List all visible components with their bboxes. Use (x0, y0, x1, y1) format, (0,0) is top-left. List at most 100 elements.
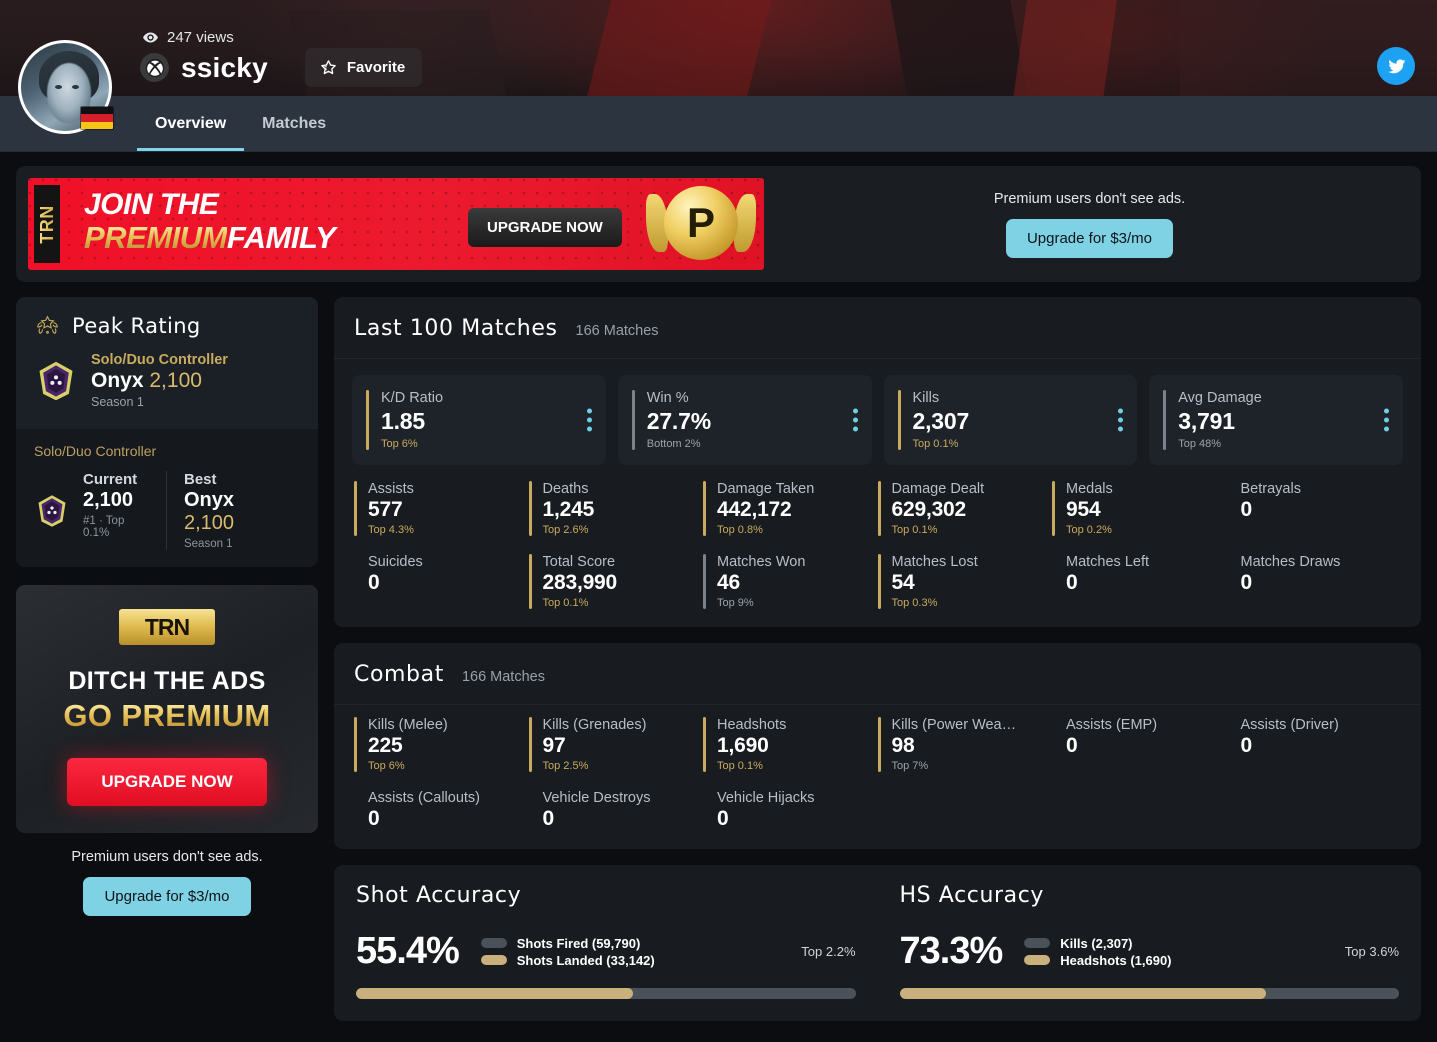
stat-text: Kills (Power Wea… 98 Top 7% (892, 717, 1017, 772)
stat-grid-row: Assists 577 Top 4.3% Deaths 1,245 Top 2.6% Dam… (334, 469, 1421, 542)
featured-stats-row: K/D Ratio 1.85 Top 6% Win % 27.7% Bottom 2% Ki… (334, 359, 1421, 469)
premium-ad-banner[interactable]: TRN JOIN THE PREMIUMFAMILY UPGRADE NOW P (28, 178, 764, 270)
stat-accent-bar (703, 554, 706, 609)
stat-text: Vehicle Hijacks 0 (717, 790, 815, 831)
stat-percentile: Top 48% (1178, 438, 1222, 450)
twitter-share-button[interactable] (1377, 47, 1415, 85)
tab-matches[interactable]: Matches (244, 96, 344, 151)
footer-columns: Current 2,100 #1 · Top 0.1% Best Onyx 2,… (83, 471, 300, 550)
peak-rank-name: Onyx (91, 369, 144, 392)
stat-cell[interactable]: Assists (Driver) 0 (1227, 717, 1402, 772)
stat-value: 3,791 (1178, 408, 1235, 434)
stat-accent-bar (354, 481, 357, 536)
stat-options-button[interactable] (852, 408, 858, 432)
stat-grid-row: Assists (Callouts) 0 Vehicle Destroys 0 Vehi… (334, 778, 1421, 849)
stat-value: 225 (368, 734, 403, 757)
stat-cell[interactable]: Matches Lost 54 Top 0.3% (877, 554, 1053, 609)
stat-percentile: Top 4.3% (368, 524, 414, 536)
stat-accent-bar (897, 390, 901, 450)
stat-label: Assists (368, 481, 414, 497)
stat-cell[interactable]: Damage Taken 442,172 Top 0.8% (703, 481, 878, 536)
stat-value: 1,690 (717, 734, 769, 757)
main-content: Last 100 Matches 166 Matches K/D Ratio 1.… (334, 297, 1421, 1021)
stat-grid-row: Suicides 0 Total Score 283,990 Top 0.1% Match… (334, 542, 1421, 627)
stat-label: Damage Taken (717, 481, 815, 497)
ad-headline-2: PREMIUMFAMILY (84, 220, 336, 256)
footer-current: Current 2,100 #1 · Top 0.1% (83, 471, 166, 550)
stat-accent-bar (631, 390, 635, 450)
stat-label: Total Score (542, 554, 616, 570)
stat-label: Kills (Melee) (368, 717, 448, 733)
stat-cell[interactable]: Headshots 1,690 Top 0.1% (703, 717, 878, 772)
accuracy-panel: Shot Accuracy 55.4% Shots Fired (59,790) (334, 865, 1421, 1021)
best-sub: Season 1 (183, 538, 233, 550)
stat-percentile: Top 0.1% (891, 524, 938, 536)
stat-label: Betrayals (1240, 481, 1301, 497)
upgrade-3mo-button-side[interactable]: Upgrade for $3/mo (83, 877, 251, 916)
stat-cell[interactable]: Damage Dealt 629,302 Top 0.1% (877, 481, 1053, 536)
upgrade-3mo-button-top[interactable]: Upgrade for $3/mo (1005, 218, 1174, 258)
stat-cell[interactable]: Vehicle Destroys 0 (529, 790, 704, 831)
stat-cell[interactable]: Kills (Melee) 225 Top 6% (354, 717, 529, 772)
stat-cell[interactable]: Matches Left 0 (1052, 554, 1227, 609)
stat-cell[interactable]: Matches Won 46 Top 9% (703, 554, 878, 609)
stat-cell[interactable]: Matches Draws 0 (1227, 554, 1402, 609)
stat-label: Matches Left (1066, 554, 1150, 570)
ad-upgrade-now-button[interactable]: UPGRADE NOW (468, 208, 622, 247)
stat-cell[interactable]: Medals 954 Top 0.2% (1052, 481, 1227, 536)
sidebar-ad-line1: DITCH THE ADS (68, 667, 266, 695)
stat-cell[interactable]: Assists (EMP) 0 (1052, 717, 1227, 772)
featured-stat-card[interactable]: Avg Damage 3,791 Top 48% (1149, 375, 1403, 465)
peak-rating-title: Peak Rating (72, 314, 201, 338)
stat-options-button[interactable] (1384, 408, 1389, 432)
stat-options-button[interactable] (586, 408, 592, 432)
stat-accent-bar (1052, 554, 1055, 609)
stat-cell[interactable]: Vehicle Hijacks 0 (703, 790, 878, 831)
xbox-icon (140, 53, 169, 82)
last-100-count: 166 Matches (575, 323, 659, 339)
stat-accent-bar (1227, 554, 1230, 609)
featured-stat-card[interactable]: K/D Ratio 1.85 Top 6% (352, 375, 606, 465)
stat-cell[interactable]: Assists 577 Top 4.3% (354, 481, 529, 536)
featured-stat-card[interactable]: Kills 2,307 Top 0.1% (883, 375, 1138, 465)
stat-cell[interactable]: Assists (Callouts) 0 (354, 790, 529, 831)
stat-accent-bar (703, 790, 706, 831)
onyx-rank-icon-small (38, 494, 66, 527)
best-label: Best (183, 471, 217, 488)
page-body: TRN JOIN THE PREMIUMFAMILY UPGRADE NOW P… (0, 152, 1437, 1021)
stat-value: 283,990 (542, 571, 618, 594)
stat-options-button[interactable] (1118, 408, 1124, 432)
stat-value: 0 (1240, 571, 1253, 594)
shot-accuracy-top: Top 2.2% (801, 944, 856, 959)
stat-cell[interactable]: Total Score 283,990 Top 0.1% (528, 554, 704, 609)
stat-accent-bar (703, 717, 706, 772)
stat-cell[interactable]: Kills (Power Wea… 98 Top 7% (877, 717, 1053, 772)
profile-hero-banner: 247 views ssicky Favorite (0, 0, 1437, 96)
view-count-label: 247 views (167, 29, 234, 46)
sidebar-premium-ad[interactable]: TRN DITCH THE ADS GO PREMIUM UPGRADE NOW (16, 585, 318, 833)
stat-cell[interactable]: Betrayals 0 (1227, 481, 1402, 536)
star-icon (321, 60, 336, 75)
tab-overview[interactable]: Overview (137, 96, 245, 151)
stat-cell[interactable]: Suicides 0 (354, 554, 529, 609)
shot-accuracy-bar-fill (356, 988, 633, 999)
stat-accent-bar (877, 717, 881, 772)
ad-headline-1: JOIN THE (84, 188, 219, 221)
stat-percentile: Top 0.2% (1066, 524, 1112, 536)
footer-best: Best Onyx 2,100 Season 1 (165, 471, 300, 550)
favorite-label: Favorite (346, 59, 406, 76)
combat-count: 166 Matches (461, 669, 545, 685)
stat-value: 54 (891, 571, 915, 594)
avatar-eye-right (72, 85, 79, 89)
footer-playlist: Solo/Duo Controller (34, 443, 157, 459)
sidebar-premium-note: Premium users don't see ads. (71, 849, 263, 865)
premium-coin-icon: P (664, 186, 738, 260)
stat-cell[interactable]: Deaths 1,245 Top 2.6% (528, 481, 704, 536)
favorite-button[interactable]: Favorite (304, 48, 423, 87)
combat-panel: Combat 166 Matches Kills (Melee) 225 Top 6… (334, 643, 1421, 849)
featured-stat-card[interactable]: Win % 27.7% Bottom 2% (617, 375, 872, 465)
sidebar-upgrade-now-button[interactable]: UPGRADE NOW (67, 758, 267, 806)
stat-cell[interactable]: Kills (Grenades) 97 Top 2.5% (528, 717, 704, 772)
view-count: 247 views (142, 29, 234, 46)
combat-header: Combat 166 Matches (334, 643, 1421, 705)
